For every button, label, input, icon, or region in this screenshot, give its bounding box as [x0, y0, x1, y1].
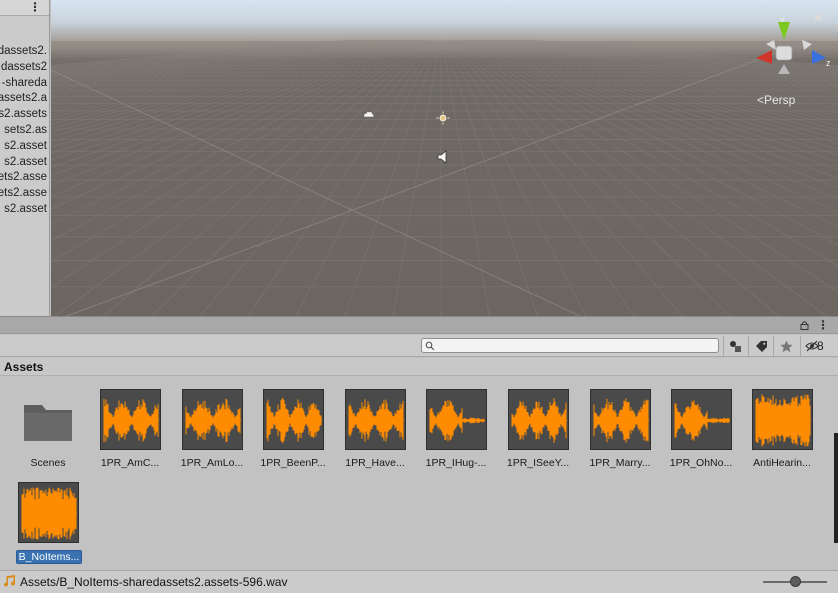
asset-label: 1PR_OhNo...: [669, 457, 733, 469]
star-icon: [779, 340, 793, 352]
lock-icon[interactable]: [800, 320, 809, 330]
tag-icon: [755, 340, 767, 352]
shapes-icon: [730, 340, 741, 352]
hierarchy-panel: ⋮ dassets2.dassets2-sharedaassets2.asset…: [0, 0, 50, 316]
project-menu-icon[interactable]: ⋮: [817, 318, 829, 332]
hierarchy-item[interactable]: s2.asset: [4, 154, 47, 170]
hierarchy-item[interactable]: assets2.a: [0, 90, 47, 106]
asset-label: Scenes: [30, 457, 66, 469]
breadcrumb-assets[interactable]: Assets: [4, 360, 43, 374]
asset-label: 1PR_ISeeY...: [506, 457, 570, 469]
gizmo-center-cube[interactable]: [775, 45, 793, 61]
search-icon: [425, 341, 435, 351]
gizmo-y-cone[interactable]: [778, 22, 790, 40]
gizmo-x-cone[interactable]: [756, 50, 772, 64]
folder-icon: [24, 405, 72, 441]
waveform-icon: [348, 399, 404, 442]
waveform-icon: [593, 398, 649, 443]
hierarchy-item[interactable]: -shareda: [2, 75, 47, 91]
waveform-thumbnail: [18, 482, 79, 543]
scene-view[interactable]: y x z <Persp: [51, 0, 838, 316]
asset-label: 1PR_AmC...: [100, 457, 160, 469]
waveform-icon: [103, 398, 159, 443]
gizmo-z-cone[interactable]: [812, 50, 826, 64]
asset-label: 1PR_BeenP...: [260, 457, 326, 469]
thumbnail-size-slider[interactable]: [763, 576, 827, 588]
asset-label: 1PR_IHug-...: [425, 457, 487, 469]
waveform-icon: [21, 487, 77, 540]
hierarchy-item[interactable]: dassets2.: [0, 43, 47, 59]
project-panel: ⋮ 8 Assets Scenes 1PR_AmC... 1PR_AmLo...…: [0, 316, 838, 593]
waveform-icon: [185, 398, 241, 443]
waveform-thumbnail: [671, 389, 732, 450]
waveform-icon: [429, 399, 485, 442]
hidden-count: 8: [817, 339, 824, 353]
waveform-icon: [266, 397, 322, 444]
waveform-icon: [755, 394, 811, 447]
gizmo-z-label: z: [826, 58, 831, 68]
asset-label: 1PR_Have...: [345, 457, 405, 469]
project-toolbar: 8: [0, 335, 838, 357]
filter-by-type-button[interactable]: [723, 336, 748, 356]
filter-by-label-button[interactable]: [748, 336, 773, 356]
slider-thumb[interactable]: [789, 576, 801, 587]
hierarchy-item[interactable]: s2.asset: [4, 138, 47, 154]
audio-file-icon: [4, 575, 16, 587]
waveform-thumbnail: [345, 389, 406, 450]
asset-label: B_NoItems...: [16, 550, 82, 564]
waveform-thumbnail: [100, 389, 161, 450]
hierarchy-item[interactable]: s2.asset: [4, 201, 47, 217]
status-bar: Assets/B_NoItems-sharedassets2.assets-59…: [0, 570, 838, 593]
hierarchy-item[interactable]: sets2.as: [4, 122, 47, 138]
hierarchy-item[interactable]: dassets2: [1, 59, 47, 75]
waveform-icon: [674, 400, 730, 441]
asset-label: 1PR_Marry...: [589, 457, 651, 469]
audio-source-icon[interactable]: [437, 150, 449, 164]
selected-asset-path: Assets/B_NoItems-sharedassets2.assets-59…: [20, 575, 288, 589]
orientation-gizmo[interactable]: y x z: [752, 14, 834, 80]
unity-editor-window: ⋮ dassets2.dassets2-sharedaassets2.asset…: [0, 0, 838, 593]
asset-label: AntiHearin...: [753, 457, 811, 469]
waveform-thumbnail: [263, 389, 324, 450]
waveform-thumbnail: [508, 389, 569, 450]
favorites-button[interactable]: [773, 336, 798, 356]
hierarchy-item[interactable]: ets2.asse: [0, 169, 47, 185]
project-tab-bar: ⋮: [0, 316, 838, 334]
asset-label: 1PR_AmLo...: [180, 457, 244, 469]
waveform-thumbnail: [590, 389, 651, 450]
projection-toggle[interactable]: <Persp: [757, 93, 795, 107]
cloud-icon[interactable]: [363, 110, 375, 119]
waveform-thumbnail: [426, 389, 487, 450]
waveform-thumbnail: [182, 389, 243, 450]
search-input[interactable]: [421, 338, 719, 353]
window-edge: [834, 433, 838, 543]
hierarchy-menu-icon[interactable]: ⋮: [29, 0, 41, 15]
hierarchy-item[interactable]: ets2.asse: [0, 185, 47, 201]
breadcrumb: Assets: [0, 358, 838, 376]
waveform-icon: [511, 398, 567, 443]
hierarchy-item[interactable]: ssets2.assets: [0, 106, 47, 122]
waveform-thumbnail: [752, 389, 813, 450]
gizmo-lock-icon[interactable]: [814, 12, 822, 20]
light-icon[interactable]: [436, 111, 450, 125]
hierarchy-toolbar: ⋮: [0, 0, 49, 16]
